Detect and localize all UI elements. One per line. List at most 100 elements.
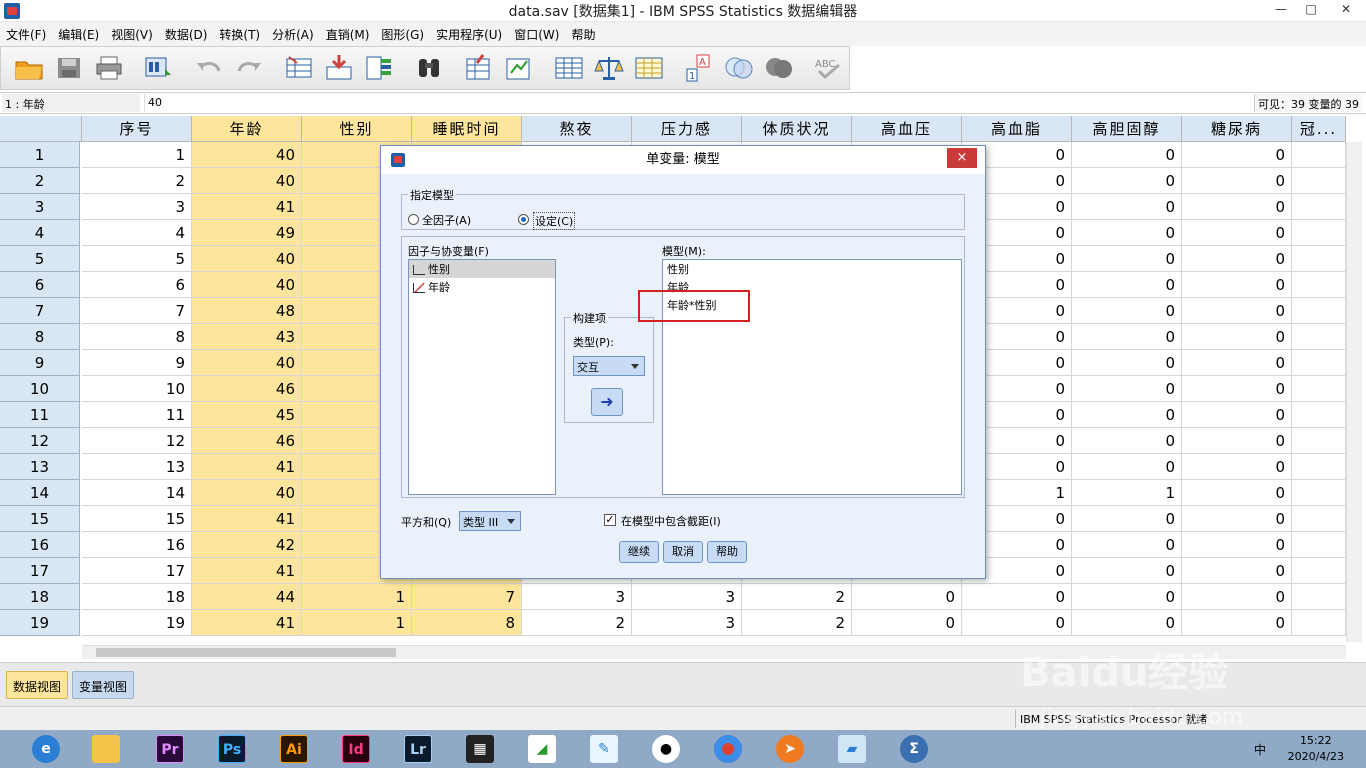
row-header[interactable]: 6 [0,272,80,298]
select-cases-icon[interactable] [633,53,665,83]
save-icon[interactable] [53,53,85,83]
table-cell[interactable]: 0 [1072,610,1182,636]
scrollbar-thumb[interactable] [96,648,396,657]
tray-ime[interactable]: 中 [1254,743,1266,757]
ie-browser-icon[interactable]: e [22,733,70,765]
table-cell[interactable]: 13 [82,454,192,480]
custom-label[interactable]: 设定(C) [533,212,576,230]
table-cell[interactable]: 2 [82,168,192,194]
row-header[interactable]: 8 [0,324,80,350]
table-cell[interactable] [1292,506,1346,532]
table-cell[interactable] [1292,298,1346,324]
column-header[interactable]: 糖尿病 [1182,116,1292,142]
table-cell[interactable]: 0 [1182,220,1292,246]
table-cell[interactable]: 3 [632,584,742,610]
table-cell[interactable]: 6 [82,272,192,298]
table-cell[interactable] [1292,350,1346,376]
row-header[interactable]: 14 [0,480,80,506]
table-cell[interactable]: 0 [1182,350,1292,376]
include-intercept-label[interactable]: 在模型中包含截距(I) [621,513,721,529]
photoshop-icon[interactable]: Ps [208,733,256,765]
table-cell[interactable]: 40 [192,168,302,194]
table-cell[interactable]: 14 [82,480,192,506]
table-cell[interactable]: 0 [1182,402,1292,428]
chrome-icon[interactable] [704,733,752,765]
value-labels-icon[interactable]: A1 [683,53,715,83]
row-header[interactable]: 9 [0,350,80,376]
table-cell[interactable]: 10 [82,376,192,402]
table-cell[interactable]: 15 [82,506,192,532]
table-cell[interactable]: 40 [192,480,302,506]
table-cell[interactable]: 0 [1072,220,1182,246]
full-factorial-radio[interactable] [408,214,419,225]
sum-of-squares-dropdown[interactable]: 类型 III [459,511,521,531]
table-cell[interactable]: 0 [1182,506,1292,532]
table-cell[interactable]: 48 [192,298,302,324]
premiere-icon[interactable]: Pr [146,733,194,765]
row-header[interactable]: 16 [0,532,80,558]
table-cell[interactable]: 11 [82,402,192,428]
row-header[interactable]: 4 [0,220,80,246]
table-cell[interactable]: 43 [192,324,302,350]
column-header[interactable]: 压力感 [632,116,742,142]
table-cell[interactable]: 0 [852,610,962,636]
table-cell[interactable] [1292,168,1346,194]
table-cell[interactable]: 0 [1072,584,1182,610]
table-cell[interactable]: 0 [1072,298,1182,324]
column-header[interactable]: 冠... [1292,116,1346,142]
table-cell[interactable]: 0 [1182,532,1292,558]
table-cell[interactable]: 0 [962,610,1072,636]
row-header[interactable]: 17 [0,558,80,584]
table-cell[interactable]: 46 [192,376,302,402]
row-header[interactable]: 15 [0,506,80,532]
goto-case-icon[interactable] [283,53,315,83]
menu-transform[interactable]: 转换(T) [213,22,266,43]
list-item[interactable]: 性别 [409,260,555,278]
find-icon[interactable] [413,53,445,83]
table-cell[interactable]: 0 [1072,350,1182,376]
insert-variable-icon[interactable] [503,53,535,83]
table-cell[interactable]: 8 [82,324,192,350]
table-cell[interactable] [1292,558,1346,584]
menu-window[interactable]: 窗口(W) [508,22,565,43]
table-cell[interactable]: 0 [1182,298,1292,324]
table-cell[interactable]: 3 [82,194,192,220]
row-header[interactable]: 5 [0,246,80,272]
row-header[interactable]: 19 [0,610,80,636]
factors-covariates-list[interactable]: 性别 年龄 [408,259,556,495]
table-cell[interactable]: 0 [852,584,962,610]
table-cell[interactable]: 16 [82,532,192,558]
list-item[interactable]: 性别 [663,260,961,278]
full-factorial-label[interactable]: 全因子(A) [422,212,471,228]
table-cell[interactable] [1292,532,1346,558]
grid-corner[interactable] [0,116,82,142]
dialog-close-button[interactable]: × [947,148,977,168]
table-cell[interactable]: 41 [192,194,302,220]
split-file-icon[interactable] [553,53,585,83]
row-header[interactable]: 13 [0,454,80,480]
menu-direct-marketing[interactable]: 直销(M) [320,22,376,43]
column-header[interactable]: 睡眠时间 [412,116,522,142]
table-cell[interactable]: 42 [192,532,302,558]
type-dropdown[interactable]: 交互 [573,356,645,376]
table-cell[interactable]: 0 [1182,454,1292,480]
print-icon[interactable] [93,53,125,83]
row-header[interactable]: 7 [0,298,80,324]
table-cell[interactable]: 2 [742,584,852,610]
table-cell[interactable]: 41 [192,454,302,480]
table-cell[interactable]: 1 [302,610,412,636]
table-cell[interactable]: 7 [412,584,522,610]
table-cell[interactable]: 0 [1072,454,1182,480]
table-cell[interactable]: 44 [192,584,302,610]
table-cell[interactable]: 0 [1072,246,1182,272]
undo-icon[interactable] [193,53,225,83]
cell-value-input[interactable]: 40 [144,94,1244,112]
spell-check-icon[interactable]: ABC [813,53,845,83]
table-cell[interactable]: 0 [1072,402,1182,428]
table-cell[interactable] [1292,480,1346,506]
system-tray[interactable]: 中 [1254,741,1266,758]
maximize-button[interactable]: □ [1296,0,1326,20]
video-editor-icon[interactable]: ▦ [456,733,504,765]
table-cell[interactable] [1292,610,1346,636]
table-cell[interactable]: 0 [1072,142,1182,168]
